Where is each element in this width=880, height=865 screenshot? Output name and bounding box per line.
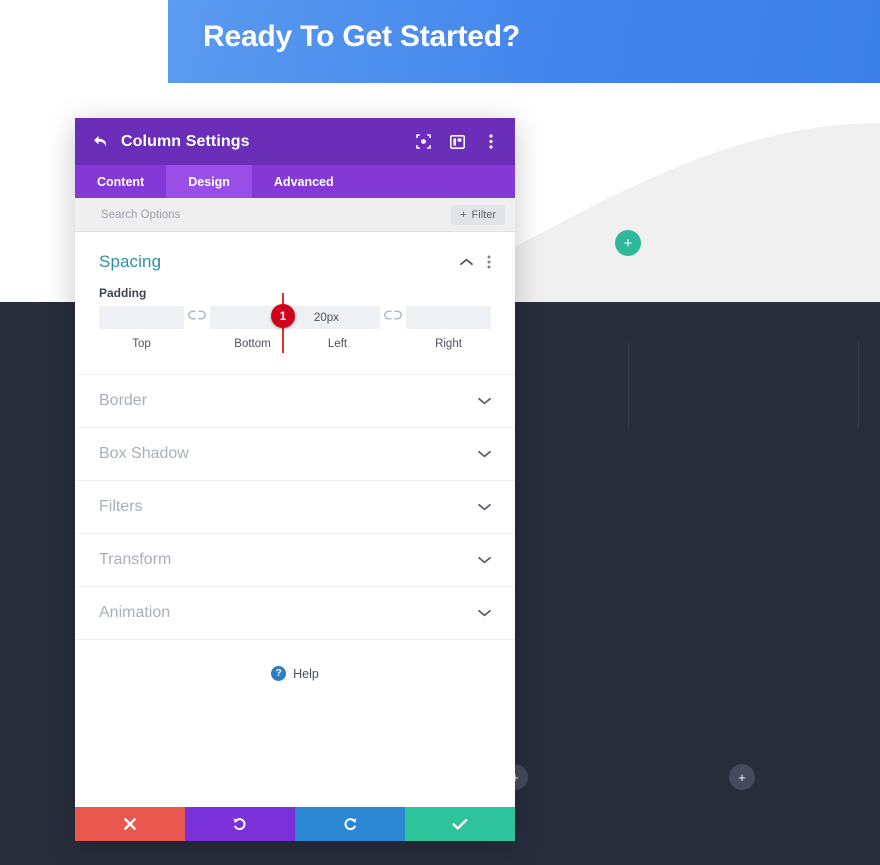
help-row[interactable]: ? Help [75, 640, 515, 681]
add-module-teal-button[interactable]: + [615, 230, 641, 256]
padding-field-label: Padding [99, 286, 147, 300]
chevron-down-icon-transform [478, 556, 491, 564]
chevron-up-icon[interactable] [460, 258, 473, 266]
tab-design[interactable]: Design [166, 165, 252, 198]
modal-header: Column Settings [75, 118, 515, 165]
design-sections-list: Border Box Shadow Filters Transform Anim… [75, 374, 515, 640]
padding-top-label: Top [132, 338, 151, 350]
undo-button[interactable] [185, 807, 295, 841]
spacing-section-title: Spacing [99, 252, 162, 271]
add-module-gray-right-button[interactable]: + [729, 764, 755, 790]
section-box-shadow-label: Box Shadow [99, 445, 189, 462]
tab-content[interactable]: Content [75, 165, 166, 198]
modal-header-actions [415, 134, 499, 150]
plus-icon: + [460, 208, 467, 221]
padding-top-cell: Top [99, 306, 184, 350]
section-transform-label: Transform [99, 551, 172, 568]
chevron-down-icon-animation [478, 609, 491, 617]
step-badge: 1 [271, 304, 295, 328]
column-divider-right [858, 342, 859, 430]
modal-title: Column Settings [121, 132, 250, 150]
page-cta-banner: Ready To Get Started? [168, 0, 880, 91]
discard-button[interactable] [75, 807, 185, 841]
spacing-section-header[interactable]: Spacing [75, 232, 515, 278]
page-cta-title: Ready To Get Started? [203, 20, 520, 53]
modal-body: Spacing Padding Top Bottom 20px Left Rig… [75, 232, 515, 807]
section-filters[interactable]: Filters [75, 480, 515, 533]
padding-right-label: Right [435, 338, 462, 350]
broken-link-icon-right[interactable] [380, 310, 406, 320]
save-button[interactable] [405, 807, 515, 841]
back-arrow-icon[interactable] [91, 133, 109, 151]
layout-panel-icon[interactable] [449, 134, 465, 150]
page-white-corner [0, 0, 170, 83]
column-settings-modal: Column Settings Content Design Advanced … [75, 118, 515, 841]
spacing-section-actions [460, 255, 491, 269]
padding-left-input[interactable]: 20px [295, 306, 380, 329]
more-options-icon[interactable] [483, 134, 499, 150]
section-box-shadow[interactable]: Box Shadow [75, 427, 515, 480]
section-border[interactable]: Border [75, 374, 515, 427]
chevron-down-icon-border [478, 397, 491, 405]
section-border-label: Border [99, 392, 148, 409]
focus-target-icon[interactable] [415, 134, 431, 150]
filter-button-label: Filter [471, 208, 496, 221]
chevron-down-icon-box-shadow [478, 450, 491, 458]
broken-link-icon-left[interactable] [184, 310, 210, 320]
spacing-more-options-icon[interactable] [487, 255, 491, 269]
section-animation[interactable]: Animation [75, 586, 515, 640]
search-options-bar: + Filter [75, 198, 515, 232]
chevron-down-icon-filters [478, 503, 491, 511]
padding-right-input[interactable] [406, 306, 491, 329]
spacing-section: Spacing Padding Top Bottom 20px Left Rig… [75, 232, 515, 353]
question-mark-icon[interactable]: ? [271, 666, 287, 681]
section-transform[interactable]: Transform [75, 533, 515, 586]
section-filters-label: Filters [99, 498, 143, 515]
help-label: Help [293, 666, 319, 681]
padding-top-input[interactable] [99, 306, 184, 329]
section-animation-label: Animation [99, 604, 171, 621]
modal-tabbar: Content Design Advanced [75, 165, 515, 198]
step-cursor-line: 1 [271, 293, 295, 353]
modal-footer [75, 807, 515, 841]
redo-button[interactable] [295, 807, 405, 841]
padding-inputs-row: Top Bottom 20px Left Right 1 [75, 293, 515, 353]
search-input[interactable] [99, 207, 452, 222]
padding-right-cell: Right [406, 306, 491, 350]
tab-advanced[interactable]: Advanced [252, 165, 356, 198]
column-divider-left [628, 342, 629, 430]
padding-left-cell: 20px Left [295, 306, 380, 350]
padding-left-label: Left [327, 338, 348, 350]
filter-button[interactable]: + Filter [451, 204, 505, 225]
